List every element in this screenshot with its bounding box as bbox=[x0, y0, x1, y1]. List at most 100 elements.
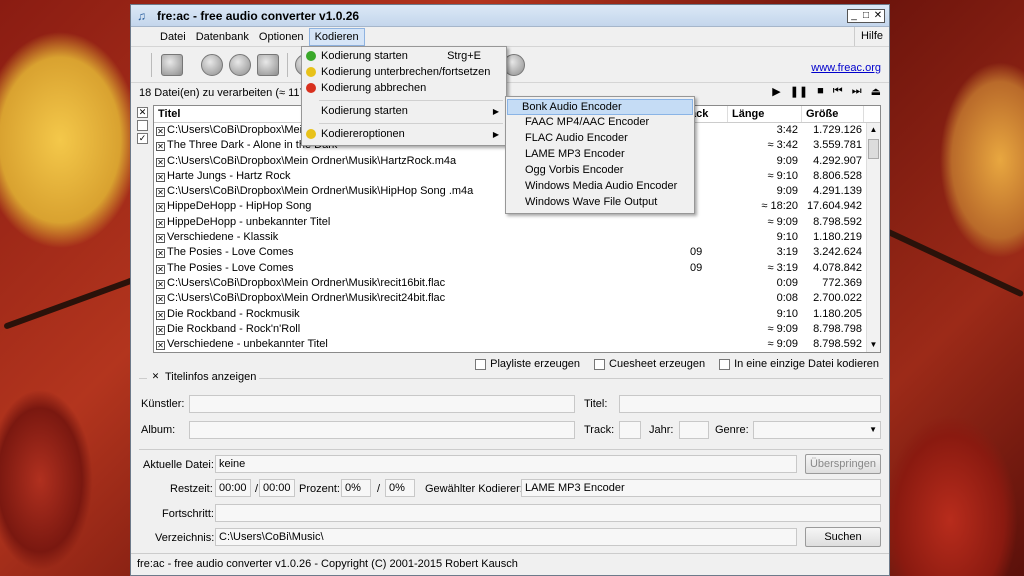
cddb-icon[interactable] bbox=[229, 54, 251, 76]
eject-icon[interactable]: ⏏ bbox=[871, 85, 881, 98]
row-checkbox[interactable]: ✕ bbox=[156, 310, 165, 320]
next-icon[interactable]: ⏭ bbox=[852, 85, 862, 98]
encoder-item[interactable]: Windows Media Audio Encoder bbox=[507, 179, 693, 195]
column-size[interactable]: Größe bbox=[802, 106, 864, 122]
progress-bar bbox=[215, 504, 881, 522]
row-title: ✕ Die Rockband - Rockmusik bbox=[154, 307, 686, 322]
row-checkbox[interactable]: ✕ bbox=[156, 249, 165, 259]
menu-datei[interactable]: Datei bbox=[155, 28, 191, 46]
add-files-icon[interactable] bbox=[161, 54, 183, 76]
row-checkbox[interactable]: ✕ bbox=[156, 264, 165, 274]
single-file-checkbox[interactable] bbox=[719, 358, 731, 370]
cuesheet-checkbox[interactable] bbox=[594, 358, 606, 370]
row-track bbox=[686, 230, 728, 245]
table-row[interactable]: ✕ HippeDeHopp - unbekannter Titel ≈ 9:09 8.… bbox=[154, 215, 880, 230]
list-scrollbar[interactable]: ▲ ▼ bbox=[866, 123, 880, 352]
encoder-item[interactable]: LAME MP3 Encoder bbox=[507, 147, 693, 163]
titleinfo-checkbox[interactable]: ✕ bbox=[150, 371, 161, 383]
stop-icon[interactable]: ■ bbox=[817, 85, 824, 98]
table-row[interactable]: ✕ Verschiedene - unbekannter Titel ≈ 9:09 8… bbox=[154, 337, 880, 352]
table-row[interactable]: ✕ Verschiedene - Klassik 9:10 1.180.219 bbox=[154, 230, 880, 245]
pause-icon[interactable]: ❚❚ bbox=[790, 85, 808, 98]
menu-hilfe[interactable]: Hilfe bbox=[853, 27, 889, 46]
play-icon[interactable]: ▶ bbox=[772, 85, 780, 98]
scroll-down-icon[interactable]: ▼ bbox=[867, 338, 880, 352]
album-field[interactable] bbox=[189, 421, 575, 439]
table-row[interactable]: ✕ C:\Users\CoBi\Dropbox\Mein Ordner\Musik… bbox=[154, 291, 880, 306]
table-row[interactable]: ✕ The Posies - Love Comes 09 3:19 3.242.624 bbox=[154, 245, 880, 260]
row-size: 1.180.205 bbox=[813, 307, 862, 320]
encoder-item[interactable]: FLAC Audio Encoder bbox=[507, 131, 693, 147]
table-row[interactable]: ✕ C:\Users\CoBi\Dropbox\Mein Ordner\Musik… bbox=[154, 276, 880, 291]
divider bbox=[139, 449, 883, 450]
table-row[interactable]: ✕ The Posies - Love Comes 09 ≈ 3:19 4.078.84… bbox=[154, 261, 880, 276]
browse-button[interactable]: Suchen bbox=[805, 527, 881, 547]
playlist-checkbox[interactable] bbox=[475, 358, 487, 370]
artist-label: Künstler: bbox=[141, 398, 185, 410]
remaining-field: 00:00 bbox=[215, 479, 251, 497]
select-all-checkbox[interactable]: ✕ bbox=[137, 107, 148, 118]
row-checkbox[interactable]: ✕ bbox=[156, 234, 165, 244]
row-checkbox[interactable]: ✕ bbox=[156, 341, 165, 351]
row-checkbox[interactable]: ✕ bbox=[156, 279, 165, 289]
menu-pause-encoding[interactable]: Kodierung unterbrechen/fortsetzen bbox=[303, 65, 505, 81]
directory-field[interactable]: C:\Users\CoBi\Music\ bbox=[215, 528, 797, 546]
menu-datenbank[interactable]: Datenbank bbox=[191, 28, 254, 46]
title-field[interactable] bbox=[619, 395, 881, 413]
start-icon bbox=[306, 51, 316, 61]
table-row[interactable]: ✕ Die Rockband - Rockmusik 9:10 1.180.205 bbox=[154, 307, 880, 322]
encoder-item[interactable]: Windows Wave File Output bbox=[507, 195, 693, 211]
menu-start-encoding[interactable]: Kodierung starten Strg+E bbox=[303, 49, 505, 65]
row-checkbox[interactable]: ✕ bbox=[156, 172, 165, 182]
menu-abort-encoding[interactable]: Kodierung abbrechen bbox=[303, 81, 505, 97]
row-checkbox[interactable]: ✕ bbox=[156, 188, 165, 198]
row-checkbox[interactable]: ✕ bbox=[156, 295, 165, 305]
freac-link[interactable]: www.freac.org bbox=[811, 62, 881, 74]
scroll-thumb[interactable] bbox=[868, 139, 879, 159]
encoder-item[interactable]: Bonk Audio Encoder bbox=[507, 99, 693, 115]
row-title-text: Verschiedene - Klassik bbox=[167, 231, 279, 244]
year-field[interactable] bbox=[679, 421, 709, 439]
encoder-item[interactable]: FAAC MP4/AAC Encoder bbox=[507, 115, 693, 131]
invert-selection-checkbox[interactable]: ✓ bbox=[137, 133, 148, 144]
previous-icon[interactable]: ⏮ bbox=[833, 85, 843, 98]
track-field[interactable] bbox=[619, 421, 641, 439]
row-checkbox[interactable]: ✕ bbox=[156, 127, 165, 136]
menu-optionen[interactable]: Optionen bbox=[254, 28, 309, 46]
menu-kodieren[interactable]: Kodieren bbox=[308, 27, 365, 46]
row-checkbox[interactable]: ✕ bbox=[156, 203, 165, 213]
column-length[interactable]: Länge bbox=[728, 106, 802, 122]
titleinfo-label: Titelinfos anzeigen bbox=[165, 371, 257, 383]
row-title-text: Verschiedene - unbekannter Titel bbox=[167, 338, 328, 351]
menu-start-with-encoder[interactable]: Kodierung starten ▶ bbox=[303, 104, 505, 120]
row-length: ≈ 9:09 bbox=[767, 322, 798, 335]
select-none-checkbox[interactable] bbox=[137, 120, 148, 131]
edit-tags-icon[interactable] bbox=[257, 54, 279, 76]
row-size: 8.806.528 bbox=[813, 169, 862, 182]
maximize-icon[interactable]: □ bbox=[860, 10, 872, 22]
pause-icon bbox=[306, 67, 316, 77]
row-size: 8.798.798 bbox=[813, 322, 862, 335]
genre-select[interactable]: ▼ bbox=[753, 421, 881, 439]
current-file-field: keine bbox=[215, 455, 797, 473]
minimize-icon[interactable]: _ bbox=[848, 10, 860, 22]
row-checkbox[interactable]: ✕ bbox=[156, 325, 165, 335]
player-controls: ▶ ❚❚ ■ ⏮ ⏭ ⏏ bbox=[772, 85, 881, 98]
skip-button[interactable]: Überspringen bbox=[805, 454, 881, 474]
menu-encoder-options[interactable]: Kodiereroptionen ▶ bbox=[303, 127, 505, 143]
row-checkbox[interactable]: ✕ bbox=[156, 142, 165, 152]
encoder-item[interactable]: Ogg Vorbis Encoder bbox=[507, 163, 693, 179]
artist-field[interactable] bbox=[189, 395, 575, 413]
percent-separator: / bbox=[377, 483, 381, 495]
menu-separator bbox=[319, 123, 503, 124]
cd-icon[interactable] bbox=[201, 54, 223, 76]
row-title-text: C:\Users\CoBi\Dropbox\Mein Ordner\Musik\… bbox=[167, 292, 446, 305]
row-title: ✕ The Posies - Love Comes bbox=[154, 245, 686, 260]
row-checkbox[interactable]: ✕ bbox=[156, 157, 165, 167]
close-icon[interactable]: ✕ bbox=[872, 10, 884, 22]
row-length: 9:10 bbox=[776, 231, 798, 244]
app-window: ♫ fre:ac - free audio converter v1.0.26 … bbox=[130, 4, 890, 576]
table-row[interactable]: ✕ Die Rockband - Rock'n'Roll ≈ 9:09 8.798.7… bbox=[154, 322, 880, 337]
scroll-up-icon[interactable]: ▲ bbox=[867, 123, 880, 137]
row-checkbox[interactable]: ✕ bbox=[156, 218, 165, 228]
